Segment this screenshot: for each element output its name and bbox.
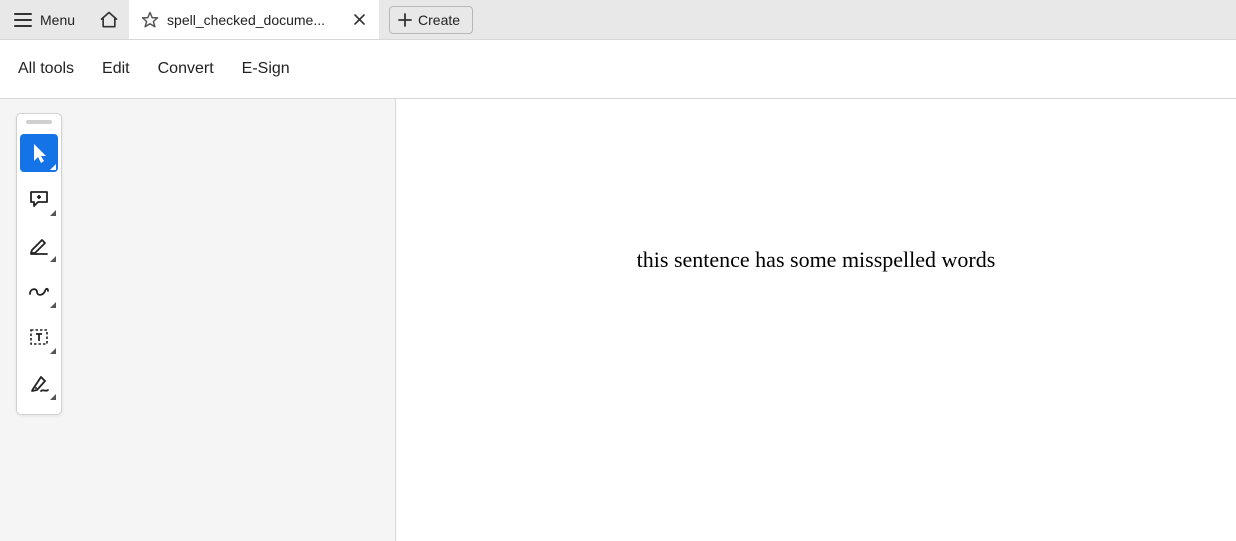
close-icon	[354, 14, 365, 25]
textbox-tool-button[interactable]	[20, 318, 58, 356]
tab-title: spell_checked_docume...	[167, 12, 341, 28]
menubar: All tools Edit Convert E-Sign	[0, 40, 1236, 99]
submenu-indicator-icon	[50, 302, 56, 308]
hamburger-icon	[14, 13, 32, 27]
menu-button[interactable]: Menu	[0, 0, 89, 39]
menu-edit[interactable]: Edit	[102, 60, 130, 78]
document-tab[interactable]: spell_checked_docume...	[129, 0, 379, 39]
comment-tool-button[interactable]	[20, 180, 58, 218]
tab-close-button[interactable]	[349, 10, 369, 30]
submenu-indicator-icon	[50, 256, 56, 262]
left-panel	[0, 99, 396, 541]
sign-tool-button[interactable]	[20, 364, 58, 402]
submenu-indicator-icon	[50, 348, 56, 354]
fountain-pen-icon	[28, 372, 50, 394]
home-button[interactable]	[89, 0, 129, 39]
menu-esign[interactable]: E-Sign	[242, 60, 290, 78]
create-label: Create	[418, 12, 460, 28]
palette-grip[interactable]	[26, 120, 52, 124]
menu-all-tools[interactable]: All tools	[18, 60, 74, 78]
tool-palette	[16, 113, 62, 415]
menu-label: Menu	[40, 12, 75, 28]
submenu-indicator-icon	[50, 164, 56, 170]
home-icon	[99, 10, 119, 30]
document-body-text: this sentence has some misspelled words	[396, 247, 1236, 273]
draw-tool-button[interactable]	[20, 272, 58, 310]
plus-icon	[398, 13, 412, 27]
submenu-indicator-icon	[50, 394, 56, 400]
submenu-indicator-icon	[50, 210, 56, 216]
select-tool-button[interactable]	[20, 134, 58, 172]
create-button[interactable]: Create	[389, 6, 473, 34]
textbox-icon	[28, 327, 50, 347]
menu-convert[interactable]: Convert	[158, 60, 214, 78]
cursor-icon	[29, 142, 49, 164]
titlebar: Menu spell_checked_docume... Create	[0, 0, 1236, 40]
document-area[interactable]: this sentence has some misspelled words	[396, 99, 1236, 541]
comment-icon	[28, 189, 50, 209]
freehand-icon	[27, 282, 51, 300]
highlight-tool-button[interactable]	[20, 226, 58, 264]
star-icon	[141, 11, 159, 29]
highlighter-icon	[28, 234, 50, 256]
content-row: this sentence has some misspelled words	[0, 99, 1236, 541]
